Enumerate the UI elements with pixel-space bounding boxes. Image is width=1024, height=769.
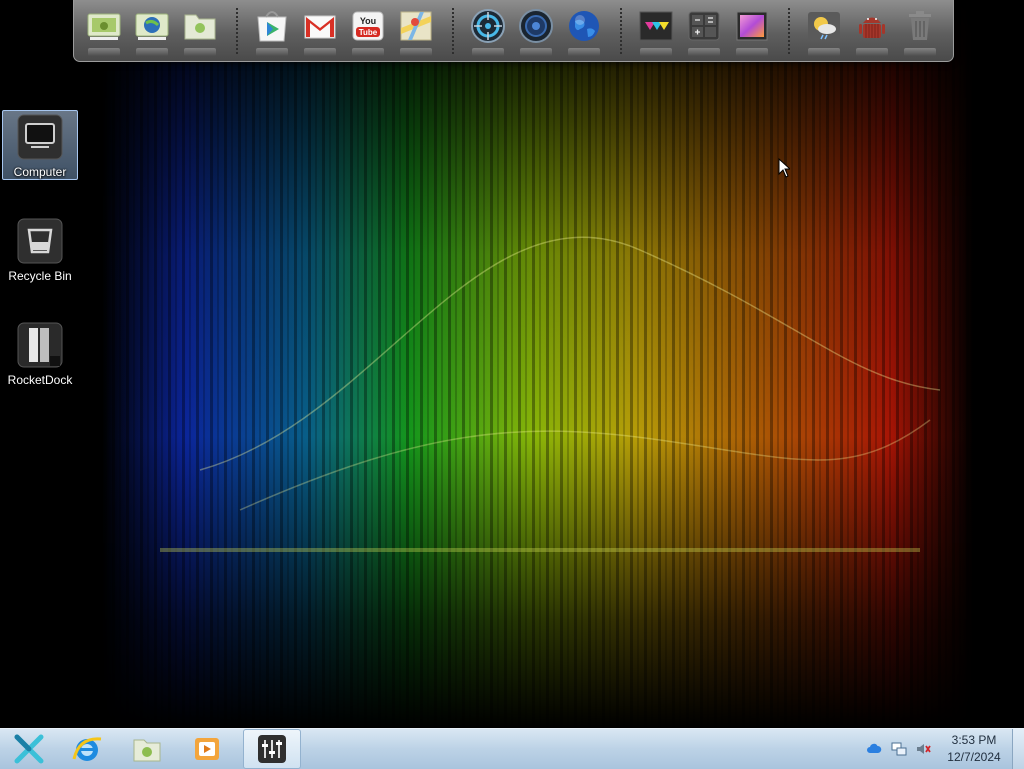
photo-gallery-icon[interactable] [734,8,770,56]
speaker-icon[interactable] [518,8,554,56]
taskbar: 3:53 PM 12/7/2024 [0,728,1024,769]
dock-separator [620,8,622,54]
desktop-icon-computer[interactable]: Computer [2,110,78,180]
desktop-icon-rocketdock[interactable]: RocketDock [2,318,78,388]
clock[interactable]: 3:53 PM 12/7/2024 [942,732,1006,766]
desktop-icon-label: Recycle Bin [8,269,72,283]
desktop[interactable]: You Tube Computer Recycle Bin RocketDock [0,0,1024,728]
desktop-icon-recycle-bin[interactable]: Recycle Bin [2,214,78,284]
computer-icon [17,114,63,160]
cloud-icon[interactable] [866,741,882,757]
dock-separator [236,8,238,54]
dock-separator [788,8,790,54]
dock-separator [452,8,454,54]
color-palette-icon[interactable] [638,8,674,56]
weather-icon[interactable] [806,8,842,56]
android-folder-icon[interactable] [182,8,218,56]
desktop-icon-label: Computer [13,165,67,179]
show-desktop-button[interactable] [1012,729,1024,769]
recycle-bin-icon [17,218,63,264]
mouse-cursor-icon [778,158,790,178]
gmail-icon[interactable] [302,8,338,56]
media-player-icon[interactable] [178,729,236,769]
clock-date: 12/7/2024 [947,750,1001,764]
android-globe-icon[interactable] [134,8,170,56]
mixer-app-icon[interactable] [243,729,301,769]
target-icon[interactable] [470,8,506,56]
play-store-icon[interactable] [254,8,290,56]
youtube-icon[interactable]: You Tube [350,8,386,56]
dock: You Tube [73,0,954,62]
network-icon[interactable] [891,741,907,757]
file-manager-icon[interactable] [118,729,176,769]
rocketdock-icon [17,322,63,368]
start-button[interactable] [0,729,58,769]
android-robot-icon[interactable] [854,8,890,56]
maps-icon[interactable] [398,8,434,56]
internet-explorer-icon[interactable] [58,729,116,769]
wallpaper [0,0,1024,728]
trash-icon[interactable] [902,8,938,56]
desktop-icon-label: RocketDock [7,373,73,387]
calculator-icon[interactable] [686,8,722,56]
svg-text:Tube: Tube [359,28,378,37]
globe-icon[interactable] [566,8,602,56]
svg-text:You: You [360,16,376,26]
android-screen-icon[interactable] [86,8,122,56]
clock-time: 3:53 PM [951,733,997,747]
volume-muted-icon[interactable] [915,741,931,757]
